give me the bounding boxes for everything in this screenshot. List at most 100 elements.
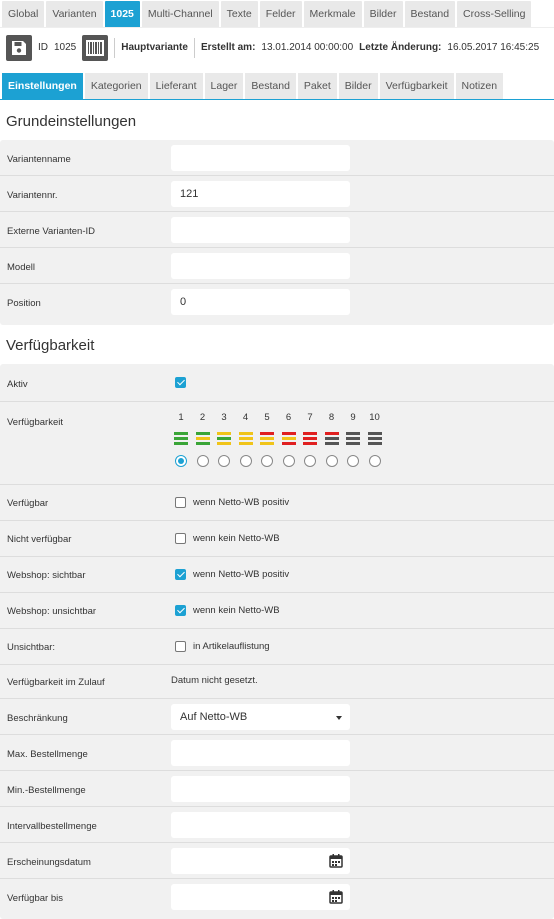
save-button[interactable] — [6, 34, 32, 61]
tab-global[interactable]: Global — [2, 1, 45, 27]
availability-level-number: 2 — [199, 412, 206, 423]
created-value: 13.01.2014 00:00:00 — [261, 42, 354, 53]
availability-level-number: 1 — [178, 412, 184, 423]
availability-level-radio[interactable] — [325, 455, 338, 467]
tab-notizen[interactable]: Notizen — [455, 73, 504, 99]
tab-varianten[interactable]: Varianten — [46, 1, 103, 27]
field-label: Variantennr. — [7, 190, 58, 201]
availability-level-bars — [324, 432, 339, 447]
erscheinungsdatum-input[interactable] — [171, 848, 350, 874]
availability-level-bars — [281, 432, 296, 447]
form-row: Verfügbar bis — [0, 879, 554, 919]
checkbox-text: in Artikelauflistung — [193, 641, 270, 652]
tab-paket[interactable]: Paket — [297, 73, 337, 99]
availability-level-bars — [346, 432, 360, 447]
tab-verfuegbarkeit[interactable]: Verfügbarkeit — [379, 73, 454, 99]
variant-header: ID 1025 Hauptvariante Erstellt am: 13.01… — [0, 28, 554, 67]
beschraenkung-select[interactable]: Auf Netto-WB — [171, 704, 350, 730]
tab-multi-channel[interactable]: Multi-Channel — [141, 1, 219, 27]
tab-lager[interactable]: Lager — [204, 73, 244, 99]
availability-level-number: 6 — [285, 412, 292, 423]
variantennr-input[interactable]: 121 — [171, 181, 350, 207]
availability-level-radio[interactable] — [196, 455, 209, 467]
header-divider — [193, 37, 195, 58]
modell-input[interactable] — [171, 253, 350, 279]
checkbox-text: wenn Netto-WB positiv — [193, 569, 290, 580]
aktiv-checkbox[interactable] — [175, 377, 186, 388]
availability-level-bars — [238, 432, 253, 447]
verfuegbar-checkbox[interactable] — [175, 497, 186, 508]
top-tab-bar: Global Varianten 1025 Multi-Channel Text… — [0, 0, 554, 28]
max-bestellmenge-input[interactable] — [171, 740, 350, 766]
webshop-sichtbar-checkbox[interactable] — [175, 569, 186, 580]
header-divider — [114, 37, 116, 58]
tab-bestand[interactable]: Bestand — [404, 1, 456, 27]
form-row: Nicht verfügbar wenn kein Netto-WB — [0, 521, 554, 557]
position-input[interactable]: 0 — [171, 289, 350, 315]
availability-level-radio[interactable] — [304, 455, 316, 467]
form-row: Verfügbarkeit im Zulauf Datum nicht gese… — [0, 665, 554, 699]
barcode-button[interactable] — [82, 34, 109, 61]
intervallbestellmenge-input[interactable] — [171, 812, 350, 838]
field-label: Max. Bestellmenge — [7, 749, 88, 760]
field-label: Intervallbestellmenge — [7, 821, 97, 832]
field-label: Beschränkung — [7, 713, 68, 724]
availability-level-number: 8 — [328, 412, 335, 423]
unsichtbar-checkbox[interactable] — [175, 641, 186, 652]
tab-einstellungen[interactable]: Einstellungen — [2, 73, 83, 99]
availability-level-radio[interactable] — [282, 455, 295, 467]
availability-level-number: 7 — [307, 412, 313, 423]
field-label: Erscheinungsdatum — [7, 857, 91, 868]
field-label: Nicht verfügbar — [7, 534, 72, 545]
tab-bestand-sub[interactable]: Bestand — [245, 73, 296, 99]
availability-level-radio[interactable] — [239, 455, 252, 467]
availability-level-number: 10 — [369, 412, 380, 423]
availability-level-radio[interactable] — [261, 455, 273, 467]
save-icon — [12, 40, 26, 55]
tab-variant-id[interactable]: 1025 — [104, 1, 140, 27]
field-label: Variantenname — [7, 154, 71, 165]
availability-level-bars — [195, 432, 210, 447]
webshop-unsichtbar-checkbox[interactable] — [175, 605, 186, 616]
field-label: Min.-Bestellmenge — [7, 785, 86, 796]
tab-merkmale[interactable]: Merkmale — [303, 1, 362, 27]
availability-level-bars — [260, 432, 274, 447]
tab-felder[interactable]: Felder — [259, 1, 302, 27]
verfuegbar-bis-input[interactable] — [171, 884, 350, 910]
nicht-verfuegbar-checkbox[interactable] — [175, 533, 186, 544]
calendar-icon[interactable] — [329, 854, 343, 868]
form-row: Unsichtbar: in Artikelauflistung — [0, 629, 554, 665]
availability-level-radio[interactable] — [175, 455, 187, 467]
form-row: Webshop: unsichtbar wenn kein Netto-WB — [0, 593, 554, 629]
tab-bilder[interactable]: Bilder — [363, 1, 403, 27]
tab-kategorien[interactable]: Kategorien — [84, 73, 148, 99]
availability-level-number: 5 — [264, 412, 270, 423]
availability-level-number: 3 — [221, 412, 227, 423]
field-label: Unsichtbar: — [7, 642, 56, 653]
calendar-icon[interactable] — [329, 890, 343, 904]
section-title-verfuegbarkeit: Verfügbarkeit — [6, 337, 95, 354]
tab-lieferant[interactable]: Lieferant — [149, 73, 203, 99]
tab-cross-selling[interactable]: Cross-Selling — [457, 1, 532, 27]
tab-bilder-sub[interactable]: Bilder — [338, 73, 378, 99]
availability-level-bars — [367, 432, 382, 447]
form-row: Webshop: sichtbar wenn Netto-WB positiv — [0, 557, 554, 593]
field-label: Webshop: sichtbar — [7, 570, 86, 581]
form-row: Variantenname — [0, 140, 554, 176]
form-row: Externe Varianten-ID — [0, 212, 554, 248]
min-bestellmenge-input[interactable] — [171, 776, 350, 802]
field-label: Webshop: unsichtbar — [7, 606, 97, 617]
field-label: Aktiv — [7, 379, 28, 390]
form-row: Modell — [0, 248, 554, 284]
externe-varianten-id-input[interactable] — [171, 217, 350, 243]
created-label: Erstellt am: — [200, 42, 256, 53]
id-value: 1025 — [54, 42, 77, 53]
availability-level-radio[interactable] — [347, 455, 359, 467]
form-row: Intervallbestellmenge — [0, 807, 554, 843]
field-label: Verfügbarkeit im Zulauf — [7, 677, 105, 688]
availability-level-radio[interactable] — [218, 455, 230, 467]
availability-level-bars — [217, 432, 231, 447]
tab-texte[interactable]: Texte — [220, 1, 258, 27]
availability-level-radio[interactable] — [368, 455, 381, 467]
variantenname-input[interactable] — [171, 145, 350, 171]
